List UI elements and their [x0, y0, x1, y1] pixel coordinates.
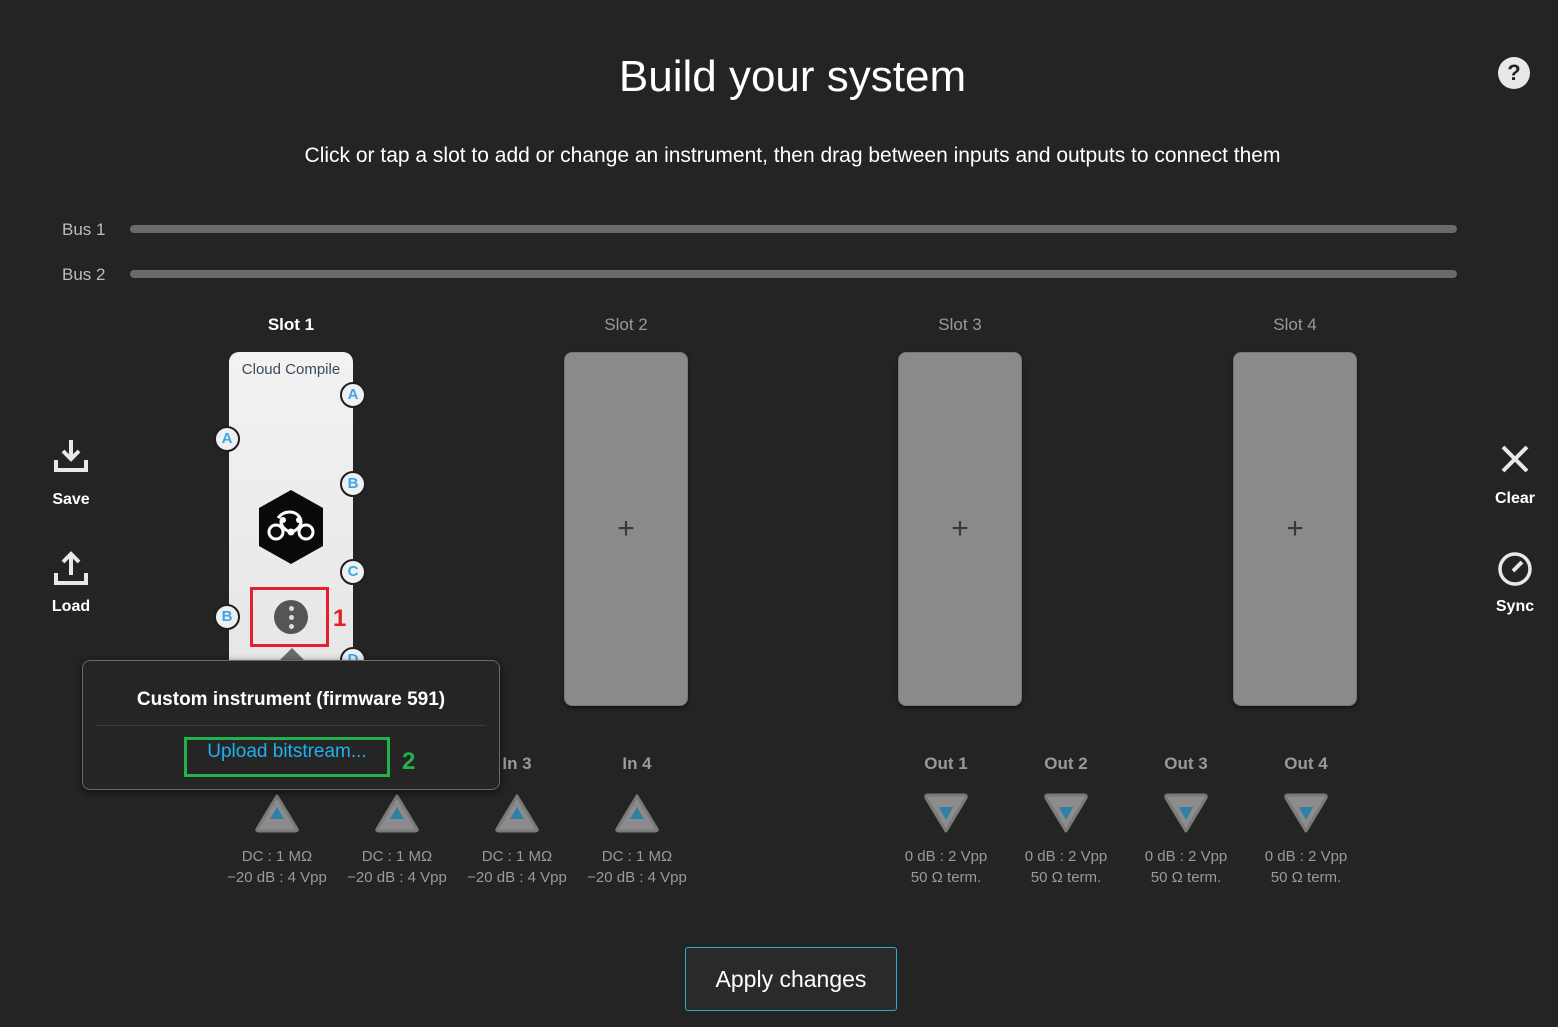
slot-2[interactable]: + [564, 352, 688, 706]
cloud-compile-logo-icon [259, 490, 323, 564]
popover-title: Custom instrument (firmware 591) [136, 689, 446, 710]
help-icon[interactable]: ? [1498, 57, 1530, 89]
input-connector[interactable] [254, 792, 300, 834]
download-icon[interactable] [51, 436, 91, 476]
input-connector[interactable] [374, 792, 420, 834]
instrument-name: Cloud Compile [241, 361, 341, 378]
add-icon: + [617, 512, 635, 545]
input-coupling: DC : 1 MΩ [601, 848, 673, 865]
input-coupling: DC : 1 MΩ [241, 848, 313, 865]
upload-icon[interactable] [51, 549, 91, 589]
output-label: Out 1 [924, 754, 968, 773]
save-button[interactable]: Save [31, 491, 111, 509]
input-settings[interactable]: DC : 1 MΩ −20 dB : 4 Vpp [577, 846, 697, 888]
input-range: −20 dB : 4 Vpp [347, 869, 447, 886]
clear-button[interactable]: Clear [1475, 490, 1555, 508]
input-settings[interactable]: DC : 1 MΩ −20 dB : 4 Vpp [337, 846, 457, 888]
output-connector[interactable] [1283, 792, 1329, 834]
input-range: −20 dB : 4 Vpp [587, 869, 687, 886]
output-settings[interactable]: 0 dB : 2 Vpp 50 Ω term. [1006, 846, 1126, 888]
input-settings[interactable]: DC : 1 MΩ −20 dB : 4 Vpp [457, 846, 577, 888]
slot-4-label: Slot 4 [1273, 315, 1317, 334]
slot-1-label: Slot 1 [267, 315, 315, 334]
annotation-box-green [184, 737, 390, 777]
annotation-label-2: 2 [402, 748, 416, 775]
page-subtitle: Click or tap a slot to add or change an … [304, 144, 1281, 167]
bus-1[interactable] [130, 225, 1457, 233]
input-label: In 4 [622, 754, 652, 773]
output-triangle-icon [924, 793, 968, 833]
output-gain: 0 dB : 2 Vpp [1264, 848, 1348, 865]
output-termination: 50 Ω term. [1270, 869, 1342, 886]
output-connector[interactable] [1043, 792, 1089, 834]
annotation-box-red [250, 587, 329, 647]
output-triangle-icon [1164, 793, 1208, 833]
input-triangle-icon [615, 794, 659, 833]
sync-button[interactable]: Sync [1475, 598, 1555, 616]
bus-2-label: Bus 2 [62, 265, 106, 284]
output-termination: 50 Ω term. [1150, 869, 1222, 886]
output-triangle-icon [1284, 793, 1328, 833]
input-triangle-icon [255, 794, 299, 833]
gauge-icon[interactable] [1495, 548, 1535, 588]
input-triangle-icon [375, 794, 419, 833]
output-gain: 0 dB : 2 Vpp [1144, 848, 1228, 865]
annotation-label-1: 1 [333, 605, 347, 632]
output-gain: 0 dB : 2 Vpp [1024, 848, 1108, 865]
output-label: Out 3 [1164, 754, 1208, 773]
input-range: −20 dB : 4 Vpp [227, 869, 327, 886]
input-connector[interactable] [494, 792, 540, 834]
output-termination: 50 Ω term. [1030, 869, 1102, 886]
slot-3[interactable]: + [898, 352, 1022, 706]
popover-arrow [280, 648, 304, 660]
bus-1-label: Bus 1 [62, 220, 106, 239]
apply-changes-button[interactable]: Apply changes [685, 947, 897, 1011]
popover-divider [96, 725, 486, 726]
output-port-b[interactable]: B [340, 471, 366, 497]
output-settings[interactable]: 0 dB : 2 Vpp 50 Ω term. [1126, 846, 1246, 888]
output-termination: 50 Ω term. [910, 869, 982, 886]
slot-2-label: Slot 2 [604, 315, 648, 334]
output-label: Out 2 [1044, 754, 1088, 773]
input-triangle-icon [495, 794, 539, 833]
output-triangle-icon [1044, 793, 1088, 833]
close-icon[interactable] [1495, 439, 1535, 479]
output-port-c[interactable]: C [340, 559, 366, 585]
output-gain: 0 dB : 2 Vpp [904, 848, 988, 865]
bus-2[interactable] [130, 270, 1457, 278]
output-connector[interactable] [1163, 792, 1209, 834]
add-icon: + [951, 512, 969, 545]
input-connector[interactable] [614, 792, 660, 834]
output-settings[interactable]: 0 dB : 2 Vpp 50 Ω term. [886, 846, 1006, 888]
output-settings[interactable]: 0 dB : 2 Vpp 50 Ω term. [1246, 846, 1366, 888]
load-button[interactable]: Load [31, 598, 111, 616]
output-port-a[interactable]: A [340, 382, 366, 408]
add-icon: + [1286, 512, 1304, 545]
output-label: Out 4 [1284, 754, 1328, 773]
input-port-b[interactable]: B [214, 604, 240, 630]
input-coupling: DC : 1 MΩ [481, 848, 553, 865]
input-port-a[interactable]: A [214, 426, 240, 452]
input-settings[interactable]: DC : 1 MΩ −20 dB : 4 Vpp [217, 846, 337, 888]
page-title: Build your system [618, 52, 967, 101]
slot-3-label: Slot 3 [938, 315, 982, 334]
input-range: −20 dB : 4 Vpp [467, 869, 567, 886]
output-connector[interactable] [923, 792, 969, 834]
input-coupling: DC : 1 MΩ [361, 848, 433, 865]
slot-4[interactable]: + [1233, 352, 1357, 706]
